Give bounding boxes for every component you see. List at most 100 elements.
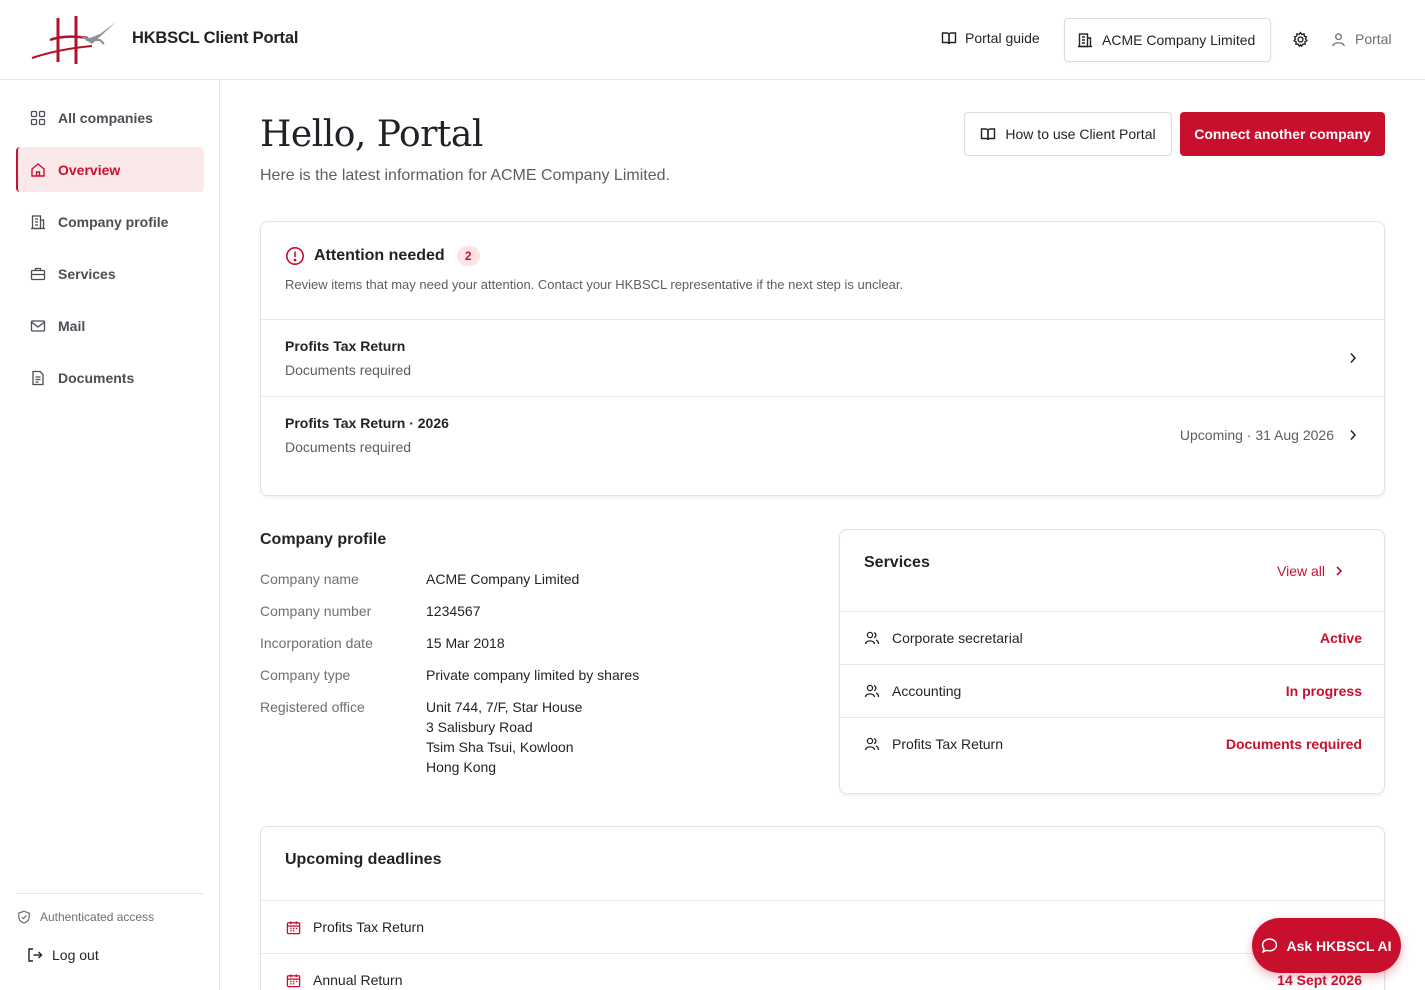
deadline-row[interactable]: Annual Return 14 Sept 2026 [261, 953, 1384, 990]
attention-card: Attention needed 2 Review items that may… [260, 221, 1385, 496]
connect-company-button[interactable]: Connect another company [1180, 112, 1385, 156]
attention-item[interactable]: Profits Tax Return · 2026 Documents requ… [261, 396, 1384, 474]
building-icon [30, 214, 46, 230]
service-name: Corporate secretarial [892, 630, 1023, 646]
sidebar-item-label: Company profile [58, 213, 169, 230]
logout-label: Log out [52, 947, 99, 963]
ask-ai-button[interactable]: Ask HKBSCL AI [1252, 918, 1401, 973]
chevron-right-icon [1348, 428, 1358, 442]
services-title: Services [864, 554, 930, 571]
page-title: Hello, Portal [260, 114, 483, 155]
attention-count-badge: 2 [456, 246, 480, 266]
deadlines-card: Upcoming deadlines Profits Tax Return An… [260, 826, 1385, 990]
attention-item-subtitle: Documents required [285, 362, 412, 378]
deadline-row[interactable]: Profits Tax Return [261, 900, 1384, 953]
company-switcher[interactable]: ACME Company Limited [1064, 18, 1271, 62]
sidebar-item-label: Overview [58, 161, 121, 178]
registered-office-line: Hong Kong [426, 759, 497, 775]
service-status: Active [1319, 630, 1362, 646]
sidebar-item-label: All companies [58, 109, 153, 126]
service-status: In progress [1285, 683, 1362, 699]
attention-title: Attention needed [314, 247, 445, 264]
view-all-services-link[interactable]: View all [1277, 563, 1343, 579]
mail-icon [30, 318, 46, 334]
how-to-use-button[interactable]: How to use Client Portal [964, 112, 1172, 156]
services-card: Services View all Corporate secretarial … [839, 529, 1385, 794]
sidebar-item-company-profile[interactable]: Company profile [16, 199, 204, 244]
field-label: Incorporation date [260, 635, 373, 651]
grid-icon [30, 110, 46, 126]
service-status: Documents required [1225, 736, 1362, 752]
registered-office-line: 3 Salisbury Road [426, 719, 533, 735]
attention-item-due: Upcoming · 31 Aug 2026 [1179, 427, 1334, 443]
how-to-use-label: How to use Client Portal [1005, 126, 1156, 142]
users-icon [864, 736, 880, 752]
brand-title: HKBSCL Client Portal [132, 29, 299, 47]
logout-button[interactable]: Log out [27, 947, 99, 963]
chevron-right-icon [1348, 351, 1358, 365]
briefcase-icon [30, 266, 46, 282]
logout-icon [27, 947, 43, 963]
field-label: Company name [260, 571, 359, 587]
company-name-value: ACME Company Limited [426, 571, 580, 587]
home-icon [30, 162, 46, 178]
settings-gear-icon[interactable] [1292, 31, 1309, 48]
users-icon [864, 683, 880, 699]
registered-office-line: Tsim Sha Tsui, Kowloon [426, 739, 574, 755]
service-row[interactable]: Corporate secretarial Active [840, 611, 1384, 664]
service-row[interactable]: Accounting In progress [840, 664, 1384, 717]
ask-ai-label: Ask HKBSCL AI [1286, 937, 1392, 954]
sidebar-item-label: Services [58, 265, 116, 282]
sidebar-item-mail[interactable]: Mail [16, 303, 204, 348]
authenticated-access: Authenticated access [17, 910, 154, 924]
shield-check-icon [17, 910, 31, 924]
view-all-label: View all [1277, 563, 1325, 579]
service-name: Accounting [892, 683, 962, 699]
service-row[interactable]: Profits Tax Return Documents required [840, 717, 1384, 770]
calendar-icon [286, 973, 301, 988]
user-menu[interactable]: Portal [1331, 31, 1392, 47]
field-label: Company type [260, 667, 351, 683]
attention-item-title: Profits Tax Return [285, 338, 406, 354]
attention-header: Attention needed 2 [285, 246, 480, 266]
sidebar-item-overview[interactable]: Overview [16, 147, 204, 192]
deadlines-title: Upcoming deadlines [285, 851, 442, 868]
field-label: Company number [260, 603, 372, 619]
book-icon [980, 126, 996, 142]
deadline-date: 14 Sept 2026 [1277, 972, 1362, 988]
sidebar-item-all-companies[interactable]: All companies [16, 95, 204, 140]
chevron-right-icon [1335, 565, 1343, 577]
document-icon [30, 370, 46, 386]
sidebar-divider [16, 893, 204, 894]
portal-guide-link[interactable]: Portal guide [941, 30, 1040, 46]
user-name: Portal [1355, 31, 1392, 47]
page-subtitle: Here is the latest information for ACME … [260, 167, 670, 184]
deadline-name: Annual Return [313, 972, 403, 988]
attention-item[interactable]: Profits Tax Return Documents required [261, 319, 1384, 396]
deadline-name: Profits Tax Return [313, 919, 425, 935]
company-switcher-label: ACME Company Limited [1102, 32, 1256, 48]
building-icon [1077, 32, 1093, 48]
company-profile-title: Company profile [260, 531, 387, 548]
portal-guide-label: Portal guide [965, 30, 1040, 46]
sidebar-item-documents[interactable]: Documents [16, 355, 204, 400]
user-icon [1331, 32, 1346, 47]
chat-bubble-icon [1261, 937, 1278, 954]
hkbscl-logo[interactable] [30, 14, 120, 66]
calendar-icon [286, 920, 301, 935]
attention-item-title: Profits Tax Return · 2026 [285, 415, 449, 431]
company-type-value: Private company limited by shares [426, 667, 640, 683]
registered-office-line: Unit 744, 7/F, Star House [426, 699, 583, 715]
attention-item-subtitle: Documents required [285, 439, 412, 455]
incorporation-date-value: 15 Mar 2018 [426, 635, 505, 651]
attention-description: Review items that may need your attentio… [285, 277, 904, 292]
service-name: Profits Tax Return [892, 736, 1004, 752]
top-bar: HKBSCL Client Portal Portal guide ACME C… [0, 0, 1425, 80]
book-icon [941, 30, 957, 46]
sidebar-item-services[interactable]: Services [16, 251, 204, 296]
alert-circle-icon [285, 246, 305, 266]
authenticated-access-label: Authenticated access [40, 910, 155, 924]
users-icon [864, 630, 880, 646]
sidebar-item-label: Documents [58, 369, 135, 386]
sidebar-item-label: Mail [58, 317, 86, 334]
